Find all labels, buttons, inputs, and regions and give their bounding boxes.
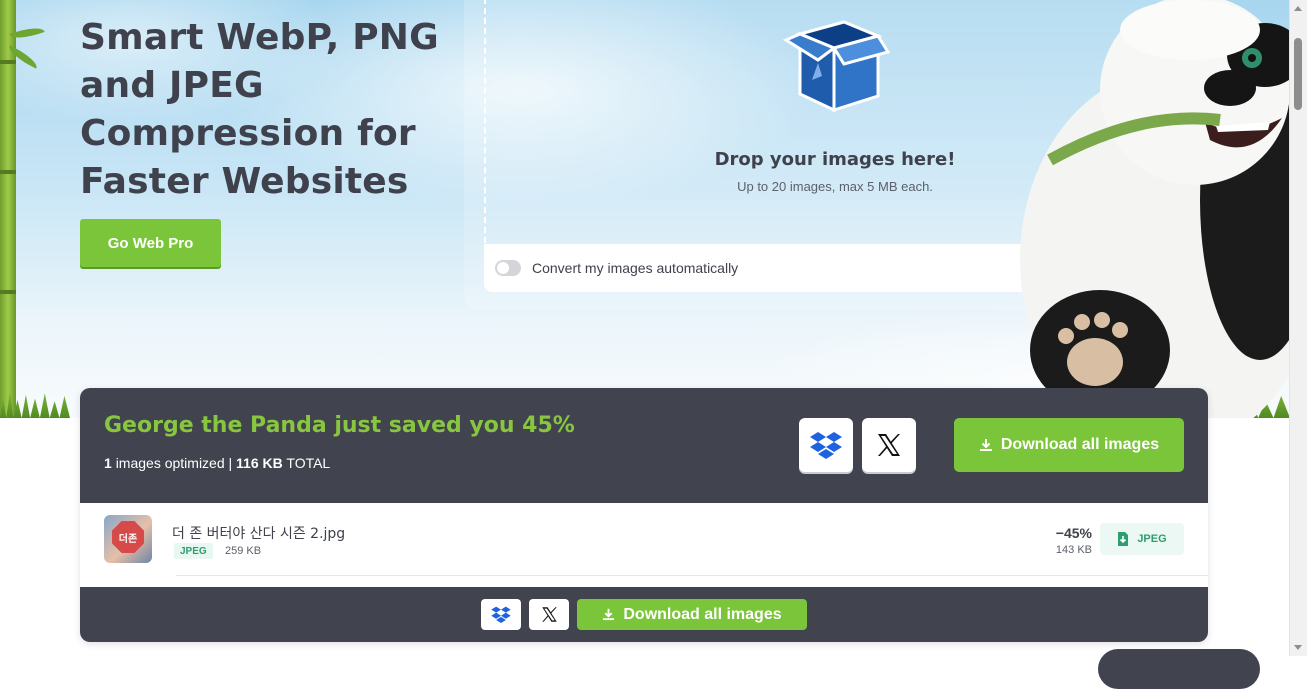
download-jpeg-label: JPEG bbox=[1137, 533, 1167, 545]
bamboo-decoration bbox=[0, 0, 16, 418]
auto-convert-toggle[interactable] bbox=[495, 260, 521, 276]
results-header: George the Panda just saved you 45% 1 im… bbox=[80, 388, 1208, 503]
file-type-badge: JPEG bbox=[174, 543, 213, 559]
hero-banner: Smart WebP, PNG and JPEG Compression for… bbox=[0, 0, 1290, 418]
new-size: 143 KB bbox=[1055, 544, 1092, 556]
auto-convert-label[interactable]: Convert my images automatically bbox=[532, 260, 738, 276]
save-to-dropbox-button[interactable] bbox=[799, 418, 853, 472]
scrollbar-thumb[interactable] bbox=[1294, 38, 1302, 110]
floating-widget[interactable] bbox=[1098, 649, 1260, 689]
footer-download-all-button[interactable]: Download all images bbox=[577, 599, 807, 630]
footer-x-button[interactable] bbox=[529, 599, 569, 630]
download-icon bbox=[979, 439, 992, 451]
x-logo-icon bbox=[878, 434, 900, 456]
savings-title: George the Panda just saved you 45% bbox=[104, 413, 575, 438]
images-count-label: images optimized bbox=[115, 455, 225, 471]
results-panel: George the Panda just saved you 45% 1 im… bbox=[80, 388, 1208, 642]
original-size: 259 KB bbox=[225, 545, 262, 557]
images-count: 1 bbox=[104, 455, 112, 471]
total-size: 116 KB bbox=[236, 455, 283, 471]
footer-download-all-label: Download all images bbox=[623, 605, 782, 623]
file-row: 더존 더 존 버터야 산다 시즌 2.jpg JPEG 259 KB −45% … bbox=[80, 503, 1208, 575]
page-title: Smart WebP, PNG and JPEG Compression for… bbox=[80, 17, 439, 202]
download-icon bbox=[603, 608, 615, 621]
panda-mascot-illustration bbox=[1020, 0, 1290, 418]
scroll-up-icon[interactable] bbox=[1294, 6, 1302, 11]
footer-dropbox-button[interactable] bbox=[481, 599, 521, 630]
share-on-x-button[interactable] bbox=[862, 418, 916, 472]
savings-summary: 1 images optimized | 116 KB TOTAL bbox=[104, 455, 330, 471]
dropbox-icon bbox=[491, 606, 511, 623]
file-name: 더 존 버터야 산다 시즌 2.jpg bbox=[172, 526, 346, 542]
results-footer: Download all images bbox=[80, 587, 1208, 642]
saving-percent: −45% bbox=[1055, 525, 1092, 541]
download-jpeg-button[interactable]: JPEG bbox=[1100, 523, 1184, 555]
thumbnail-text: 더존 bbox=[112, 521, 144, 553]
vertical-scrollbar[interactable] bbox=[1289, 0, 1307, 656]
toggle-knob bbox=[497, 262, 509, 274]
summary-separator: | bbox=[228, 455, 233, 471]
go-web-pro-button[interactable]: Go Web Pro bbox=[80, 219, 221, 267]
image-thumbnail[interactable]: 더존 bbox=[104, 515, 152, 563]
box-icon bbox=[782, 20, 890, 113]
download-all-button[interactable]: Download all images bbox=[954, 418, 1184, 472]
total-label: TOTAL bbox=[286, 455, 331, 471]
row-divider bbox=[176, 575, 1208, 576]
dropbox-icon bbox=[810, 432, 842, 459]
scroll-down-icon[interactable] bbox=[1294, 645, 1302, 650]
file-download-icon bbox=[1118, 532, 1129, 546]
download-all-label: Download all images bbox=[1000, 436, 1160, 453]
x-logo-icon bbox=[541, 607, 557, 622]
